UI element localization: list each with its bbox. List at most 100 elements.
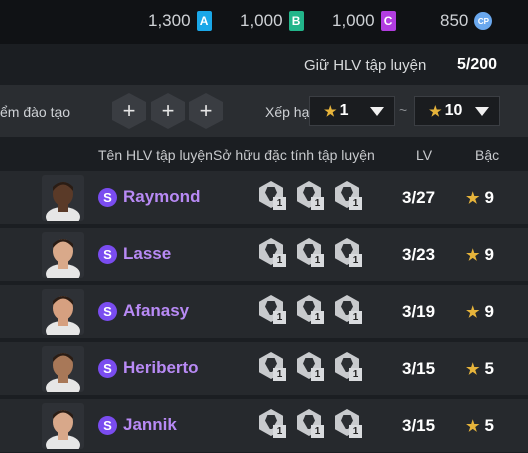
trait-count: 1: [273, 425, 286, 438]
training-points-label: ểm đào tạo: [0, 104, 71, 120]
trait-count: 1: [349, 197, 362, 210]
training-trait-icon[interactable]: 1: [333, 181, 369, 215]
header-traits: Sở hữu đặc tính tập luyện: [213, 147, 375, 163]
star-icon: ★: [429, 102, 442, 119]
coach-row[interactable]: S Jannik 1 1 1 3/15 ★ 5: [0, 399, 528, 452]
cp-coin-icon: CP: [474, 12, 493, 30]
dropdown-arrow-icon: [370, 107, 384, 116]
keep-count: 5/200: [457, 56, 498, 73]
coach-name: Afanasy: [123, 301, 190, 320]
coach-level: 3/15: [402, 359, 436, 378]
coach-row[interactable]: S Raymond 1 1 1 3/27 ★ 9: [0, 171, 528, 224]
trait-count: 1: [311, 311, 324, 324]
trait-count: 1: [311, 368, 324, 381]
star-icon: ★: [466, 418, 480, 435]
coach-name: Lasse: [123, 244, 172, 263]
currency-b-value: 1,000: [240, 11, 283, 30]
table-header: Tên HLV tập luyện Sở hữu đặc tính tập lu…: [0, 145, 528, 167]
trait-count: 1: [311, 425, 324, 438]
trait-count: 1: [349, 425, 362, 438]
currency-a-icon: A: [196, 11, 212, 31]
coach-portrait-icon: [42, 232, 84, 278]
filter-bar: ểm đào tạo + + + Xếp hạ ★ 1 ~ ★ 10: [0, 85, 528, 137]
training-trait-icon[interactable]: 1: [333, 352, 369, 386]
currency-cp-value: 850: [440, 11, 469, 30]
coach-avatar: [42, 232, 84, 278]
rank-from-value: 1: [339, 102, 349, 119]
coach-rank: ★ 9: [466, 302, 494, 322]
star-icon: ★: [466, 304, 480, 321]
currency-c: 1,000 C: [332, 9, 396, 33]
currency-b-icon: B: [288, 11, 304, 31]
training-trait-icon[interactable]: 1: [295, 238, 331, 272]
training-trait-icon[interactable]: 1: [333, 295, 369, 329]
coach-portrait-icon: [42, 289, 84, 335]
currency-cp: 850 CP: [440, 9, 493, 33]
range-separator: ~: [399, 102, 408, 118]
coach-level: 3/19: [402, 302, 436, 321]
currency-a: 1,300 A: [148, 9, 212, 33]
star-icon: ★: [324, 102, 337, 119]
coach-row[interactable]: S Heriberto 1 1 1 3/15 ★ 5: [0, 342, 528, 395]
coach-portrait-icon: [42, 403, 84, 449]
add-slot-1-button[interactable]: +: [112, 93, 146, 129]
keep-label: Giữ HLV tập luyện: [304, 57, 427, 74]
coach-level: 3/23: [402, 245, 436, 264]
training-trait-icon[interactable]: 1: [257, 352, 293, 386]
trait-count: 1: [273, 311, 286, 324]
training-trait-icon[interactable]: 1: [257, 409, 293, 443]
rank-from-select[interactable]: ★ 1: [309, 96, 395, 126]
coach-row[interactable]: S Afanasy 1 1 1 3/19 ★ 9: [0, 285, 528, 338]
grade-badge: S: [98, 245, 117, 264]
training-trait-icon[interactable]: 1: [257, 295, 293, 329]
coach-rank: ★ 9: [466, 188, 494, 208]
training-trait-icon[interactable]: 1: [333, 238, 369, 272]
training-trait-icon[interactable]: 1: [295, 352, 331, 386]
header-lv: LV: [416, 147, 433, 163]
add-slot-3-button[interactable]: +: [189, 93, 223, 129]
coach-rank: ★ 9: [466, 245, 494, 265]
trait-count: 1: [311, 254, 324, 267]
trait-count: 1: [349, 311, 362, 324]
coach-name: Heriberto: [123, 358, 199, 377]
coach-row[interactable]: S Lasse 1 1 1 3/23 ★ 9: [0, 228, 528, 281]
grade-badge: S: [98, 188, 117, 207]
currency-a-value: 1,300: [148, 11, 191, 30]
coach-portrait-icon: [42, 346, 84, 392]
training-trait-icon[interactable]: 1: [295, 295, 331, 329]
trait-list: 1 1 1: [257, 181, 377, 217]
trait-count: 1: [273, 368, 286, 381]
training-trait-icon[interactable]: 1: [333, 409, 369, 443]
coach-name: Jannik: [123, 415, 177, 434]
currency-bar: 1,300 A 1,000 B 1,000 C 850 CP: [0, 0, 528, 44]
training-trait-icon[interactable]: 1: [257, 238, 293, 272]
coach-rank: ★ 5: [466, 359, 494, 379]
coach-rank-value: 9: [484, 188, 494, 207]
trait-list: 1 1 1: [257, 295, 377, 331]
header-name: Tên HLV tập luyện: [98, 147, 213, 163]
coach-avatar: [42, 175, 84, 221]
coach-rank: ★ 5: [466, 416, 494, 436]
add-slot-2-button[interactable]: +: [151, 93, 185, 129]
trait-count: 1: [349, 254, 362, 267]
currency-c-value: 1,000: [332, 11, 375, 30]
training-trait-icon[interactable]: 1: [295, 181, 331, 215]
trait-count: 1: [311, 197, 324, 210]
dropdown-arrow-icon: [475, 107, 489, 116]
coach-rank-value: 5: [484, 359, 494, 378]
training-trait-icon[interactable]: 1: [257, 181, 293, 215]
training-trait-icon[interactable]: 1: [295, 409, 331, 443]
rank-to-select[interactable]: ★ 10: [414, 96, 500, 126]
star-icon: ★: [466, 247, 480, 264]
keep-row: Giữ HLV tập luyện 5/200: [0, 54, 528, 78]
coach-avatar: [42, 289, 84, 335]
coach-avatar: [42, 403, 84, 449]
header-rank: Bậc: [475, 147, 500, 163]
coach-level: 3/15: [402, 416, 436, 435]
coach-name: Raymond: [123, 187, 201, 206]
grade-badge: S: [98, 302, 117, 321]
coach-level: 3/27: [402, 188, 436, 207]
trait-count: 1: [349, 368, 362, 381]
coach-portrait-icon: [42, 175, 84, 221]
trait-count: 1: [273, 197, 286, 210]
